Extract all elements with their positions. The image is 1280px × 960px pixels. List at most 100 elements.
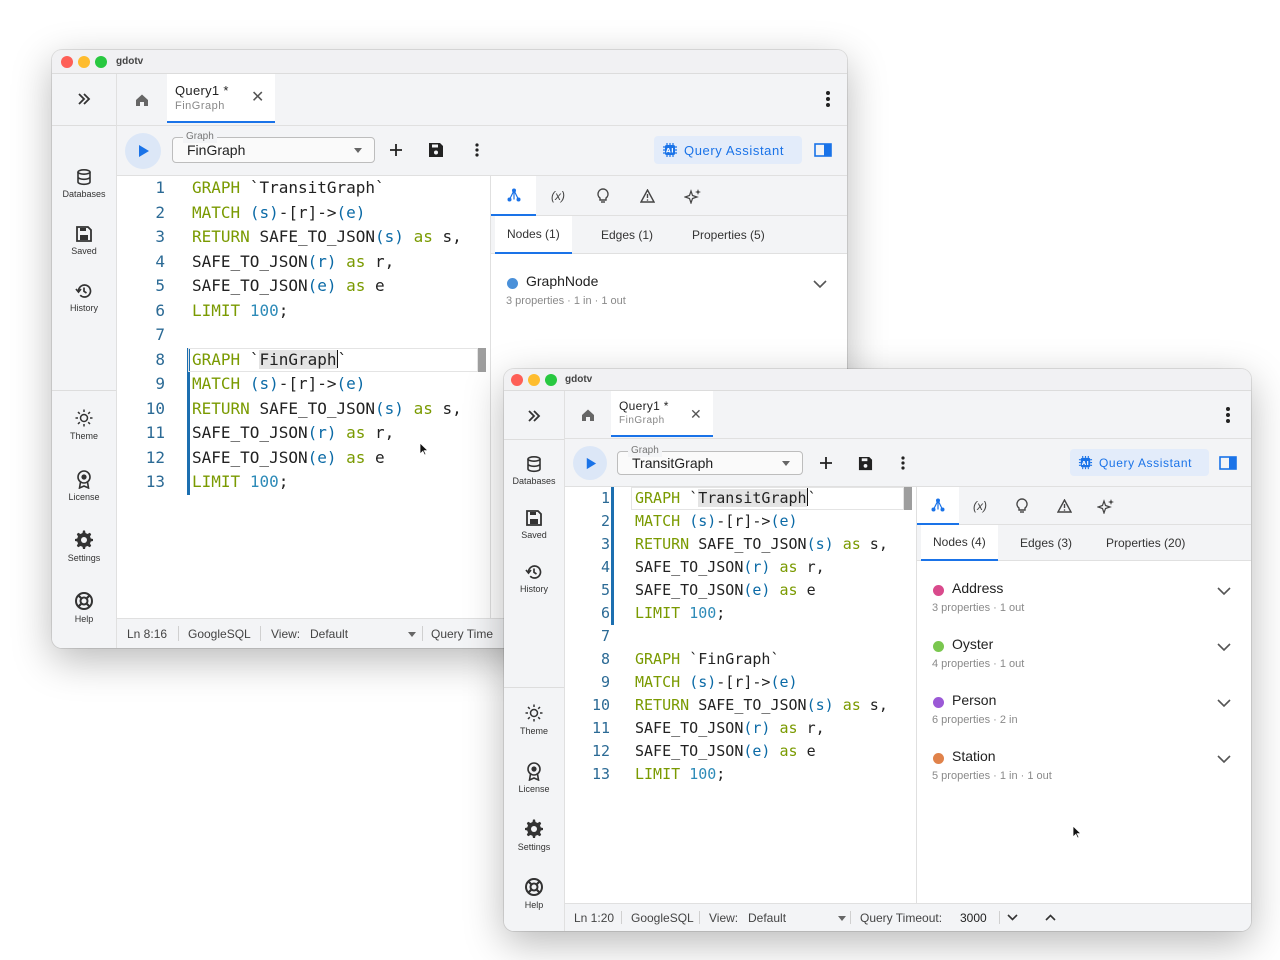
query-more-button[interactable] [895, 451, 911, 475]
query-editor[interactable]: 1 GRAPH `TransitGraph` 2 MATCH (s)-[r]->(e)… [565, 487, 916, 903]
chevron-down-icon[interactable] [1217, 699, 1231, 708]
tab-warnings[interactable] [1043, 487, 1085, 525]
save-query-button[interactable] [425, 138, 447, 162]
maximize-window-button[interactable] [95, 55, 107, 68]
tab-insights[interactable] [580, 176, 625, 216]
query-editor[interactable]: 1 GRAPH `TransitGraph` 2 MATCH (s)-[r]->(e)… [117, 176, 490, 618]
code-line[interactable]: 6 LIMIT 100; [117, 299, 490, 324]
close-tab-icon[interactable]: ✕ [251, 90, 264, 106]
collapse-results-button[interactable] [1045, 904, 1056, 931]
sidebar-item-settings[interactable]: Settings [504, 819, 564, 852]
tab-ai[interactable] [1085, 487, 1127, 525]
code-line[interactable]: 10 RETURN SAFE_TO_JSON(s) as s, [117, 396, 490, 421]
add-query-button[interactable] [385, 138, 407, 162]
tab-properties[interactable]: Properties (20) [1094, 525, 1197, 561]
sidebar-item-theme[interactable]: Theme [52, 408, 116, 441]
close-window-button[interactable] [511, 373, 523, 386]
expand-sidebar-button[interactable] [504, 403, 564, 429]
chevron-down-icon[interactable] [838, 916, 846, 921]
code-line[interactable]: 9 MATCH (s)-[r]->(e) [565, 671, 916, 694]
sidebar-item-databases[interactable]: Databases [504, 455, 564, 486]
query-assistant-button[interactable]: AI Query Assistant [654, 136, 802, 164]
code-line[interactable]: 13 LIMIT 100; [565, 763, 916, 786]
toggle-panel-button[interactable] [1216, 451, 1240, 475]
tab-nodes[interactable]: Nodes (4) [921, 525, 998, 561]
toggle-panel-button[interactable] [811, 138, 835, 162]
close-tab-icon[interactable]: ✕ [690, 406, 702, 422]
sidebar-item-help[interactable]: Help [52, 591, 116, 624]
code-line[interactable]: 12 SAFE_TO_JSON(e) as e [565, 740, 916, 763]
code-line[interactable]: 1 GRAPH `TransitGraph` [117, 176, 490, 201]
tab-warnings[interactable] [625, 176, 670, 216]
chevron-down-icon[interactable] [1217, 755, 1231, 764]
code-line[interactable]: 4 SAFE_TO_JSON(r) as r, [117, 250, 490, 275]
sidebar-item-settings[interactable]: Settings [52, 530, 116, 563]
minimize-window-button[interactable] [528, 373, 540, 386]
run-query-button[interactable] [573, 446, 607, 480]
tab-query1[interactable]: Query1 * FinGraph ✕ [611, 391, 713, 437]
sidebar-item-theme[interactable]: Theme [504, 703, 564, 736]
sidebar-item-saved[interactable]: Saved [504, 509, 564, 540]
code-line[interactable]: 3 RETURN SAFE_TO_JSON(s) as s, [565, 533, 916, 556]
sidebar-item-license[interactable]: License [52, 469, 116, 502]
view-select[interactable]: Default [748, 904, 786, 931]
code-line[interactable]: 13 LIMIT 100; [117, 470, 490, 495]
sidebar-item-license[interactable]: License [504, 761, 564, 794]
expand-sidebar-button[interactable] [52, 86, 116, 112]
close-window-button[interactable] [61, 55, 73, 68]
tab-variables[interactable]: (x) [536, 176, 580, 216]
query-more-button[interactable] [469, 138, 485, 162]
code-line[interactable]: 12 SAFE_TO_JSON(e) as e [117, 445, 490, 470]
tab-edges[interactable]: Edges (3) [1008, 525, 1084, 561]
view-select[interactable]: Default [310, 619, 348, 648]
code-line[interactable]: 7 [117, 323, 490, 348]
tab-edges[interactable]: Edges (1) [589, 216, 665, 254]
scrollbar-thumb[interactable] [478, 347, 486, 372]
tab-ai[interactable] [670, 176, 715, 216]
run-query-button[interactable] [125, 133, 161, 169]
minimize-window-button[interactable] [78, 55, 90, 68]
home-button[interactable] [129, 74, 155, 126]
node-item[interactable]: Address 3 properties · 1 out [917, 575, 1251, 625]
window-menu-button[interactable] [823, 88, 833, 110]
window-menu-button[interactable] [1223, 404, 1233, 426]
code-line[interactable]: 11 SAFE_TO_JSON(r) as r, [565, 717, 916, 740]
query-timeout-value[interactable]: 3000 [960, 904, 987, 931]
sidebar-item-databases[interactable]: Databases [52, 168, 116, 199]
code-line[interactable]: 6 LIMIT 100; [565, 602, 916, 625]
code-line[interactable]: 11 SAFE_TO_JSON(r) as r, [117, 421, 490, 446]
code-line[interactable]: 8 GRAPH `FinGraph` [565, 648, 916, 671]
tab-nodes[interactable]: Nodes (1) [495, 216, 572, 254]
node-item[interactable]: Person 6 properties · 2 in [917, 687, 1251, 737]
chevron-down-icon[interactable] [1217, 587, 1231, 596]
code-line[interactable]: 9 MATCH (s)-[r]->(e) [117, 372, 490, 397]
node-item[interactable]: GraphNode 3 properties · 1 in · 1 out [491, 268, 847, 318]
graph-select[interactable]: Graph TransitGraph [617, 445, 803, 475]
chevron-down-icon[interactable] [813, 280, 827, 289]
code-line[interactable]: 2 MATCH (s)-[r]->(e) [117, 201, 490, 226]
code-line[interactable]: 10 RETURN SAFE_TO_JSON(s) as s, [565, 694, 916, 717]
home-button[interactable] [575, 391, 601, 439]
code-line[interactable]: 3 RETURN SAFE_TO_JSON(s) as s, [117, 225, 490, 250]
sidebar-item-history[interactable]: History [504, 563, 564, 594]
tab-properties[interactable]: Properties (5) [680, 216, 777, 254]
tab-graph[interactable] [917, 487, 959, 525]
tab-variables[interactable]: (x) [959, 487, 1001, 525]
chevron-down-icon[interactable] [1217, 643, 1231, 652]
scrollbar-thumb[interactable] [904, 487, 912, 510]
sidebar-item-help[interactable]: Help [504, 877, 564, 910]
add-query-button[interactable] [815, 451, 837, 475]
maximize-window-button[interactable] [545, 373, 557, 386]
code-line[interactable]: 5 SAFE_TO_JSON(e) as e [117, 274, 490, 299]
sidebar-item-history[interactable]: History [52, 282, 116, 313]
tab-query1[interactable]: Query1 * FinGraph ✕ [167, 74, 275, 123]
code-line[interactable]: 7 [565, 625, 916, 648]
query-assistant-button[interactable]: AI Query Assistant [1070, 449, 1209, 476]
code-line[interactable]: 4 SAFE_TO_JSON(r) as r, [565, 556, 916, 579]
node-item[interactable]: Oyster 4 properties · 1 out [917, 631, 1251, 681]
save-query-button[interactable] [854, 451, 876, 475]
chevron-down-icon[interactable] [408, 632, 416, 637]
timeout-dropdown-button[interactable] [1007, 904, 1018, 931]
code-line[interactable]: 2 MATCH (s)-[r]->(e) [565, 510, 916, 533]
tab-graph[interactable] [491, 176, 536, 216]
